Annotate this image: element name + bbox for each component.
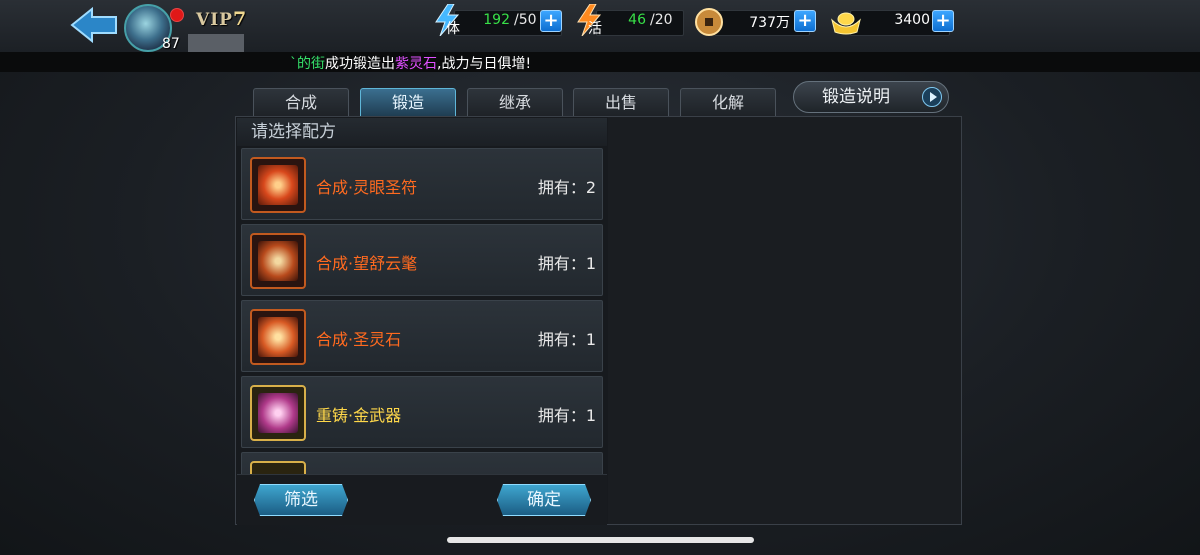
player-name-redacted [188, 34, 244, 52]
owned-count: 拥有：1 [537, 330, 596, 349]
owned-count: 拥有：1 [537, 406, 596, 425]
list-item[interactable]: 重铸·金武器 拥有：1 [241, 376, 603, 448]
energy-label: 活 [588, 21, 602, 37]
scroll-red-icon [250, 157, 306, 213]
play-arrow-icon [922, 87, 942, 107]
stamina-resource: 体 192 /50 + [434, 4, 564, 37]
scroll-red-icon [250, 233, 306, 289]
ingot-value: 3400 [894, 12, 930, 28]
filter-button[interactable]: 筛选 [254, 484, 348, 516]
scroll-gold-icon [250, 385, 306, 441]
add-stamina-button[interactable]: + [540, 10, 562, 32]
list-item[interactable] [241, 452, 603, 474]
add-coins-button[interactable]: + [794, 10, 816, 32]
coin-icon [695, 8, 723, 36]
energy-max: /20 [650, 12, 673, 28]
add-ingots-button[interactable]: + [932, 10, 954, 32]
list-item[interactable]: 合成·望舒云氅 拥有：1 [241, 224, 603, 296]
coin-value: 737万 [749, 15, 790, 31]
tab-dissolve[interactable]: 化解 [680, 88, 776, 116]
scroll-red-icon [250, 309, 306, 365]
coin-resource: 737万 + [694, 8, 820, 36]
back-arrow-icon [70, 6, 117, 44]
recipe-name: 合成·圣灵石 [316, 330, 402, 349]
stamina-label: 体 [446, 21, 460, 37]
energy-resource: 活 46 /20 [576, 4, 686, 37]
energy-value: 46 [628, 12, 646, 28]
forge-detail-area [608, 117, 961, 524]
forge-info-button[interactable]: 锻造说明 [793, 81, 949, 113]
owned-count: 拥有：1 [537, 254, 596, 273]
ingot-icon [831, 12, 861, 35]
stamina-value: 192 [483, 12, 510, 28]
broadcast-message: `的街成功锻造出紫灵石,战力与日俱增! [290, 56, 532, 72]
ingot-resource: 3400 + [830, 8, 960, 36]
confirm-button[interactable]: 确定 [497, 484, 591, 516]
stamina-max: /50 [514, 12, 537, 28]
home-indicator[interactable] [447, 537, 754, 543]
tab-sell[interactable]: 出售 [573, 88, 669, 116]
back-button[interactable] [70, 6, 120, 44]
list-item[interactable]: 合成·灵眼圣符 拥有：2 [241, 148, 603, 220]
top-bar: 87 VIP7 体 192 /50 + 活 46 /20 737万 + 3400… [0, 0, 1200, 53]
recipe-list[interactable]: 合成·灵眼圣符 拥有：2 合成·望舒云氅 拥有：1 合成·圣灵石 拥有：1 重铸… [237, 148, 607, 474]
broadcast-banner: `的街成功锻造出紫灵石,战力与日俱增! [0, 52, 1200, 72]
scroll-gold-icon [250, 461, 306, 474]
tab-forge[interactable]: 锻造 [360, 88, 456, 116]
vip-badge[interactable]: VIP7 [196, 8, 247, 30]
tab-synthesis[interactable]: 合成 [253, 88, 349, 116]
tab-inherit[interactable]: 继承 [467, 88, 563, 116]
list-item[interactable]: 合成·圣灵石 拥有：1 [241, 300, 603, 372]
player-level: 87 [162, 36, 180, 52]
recipe-list-title: 请选择配方 [237, 118, 607, 146]
owned-count: 拥有：2 [537, 178, 596, 197]
recipe-name: 重铸·金武器 [316, 406, 402, 425]
recipe-name: 合成·望舒云氅 [316, 254, 418, 273]
notification-dot [170, 8, 184, 22]
recipe-name: 合成·灵眼圣符 [316, 178, 418, 197]
